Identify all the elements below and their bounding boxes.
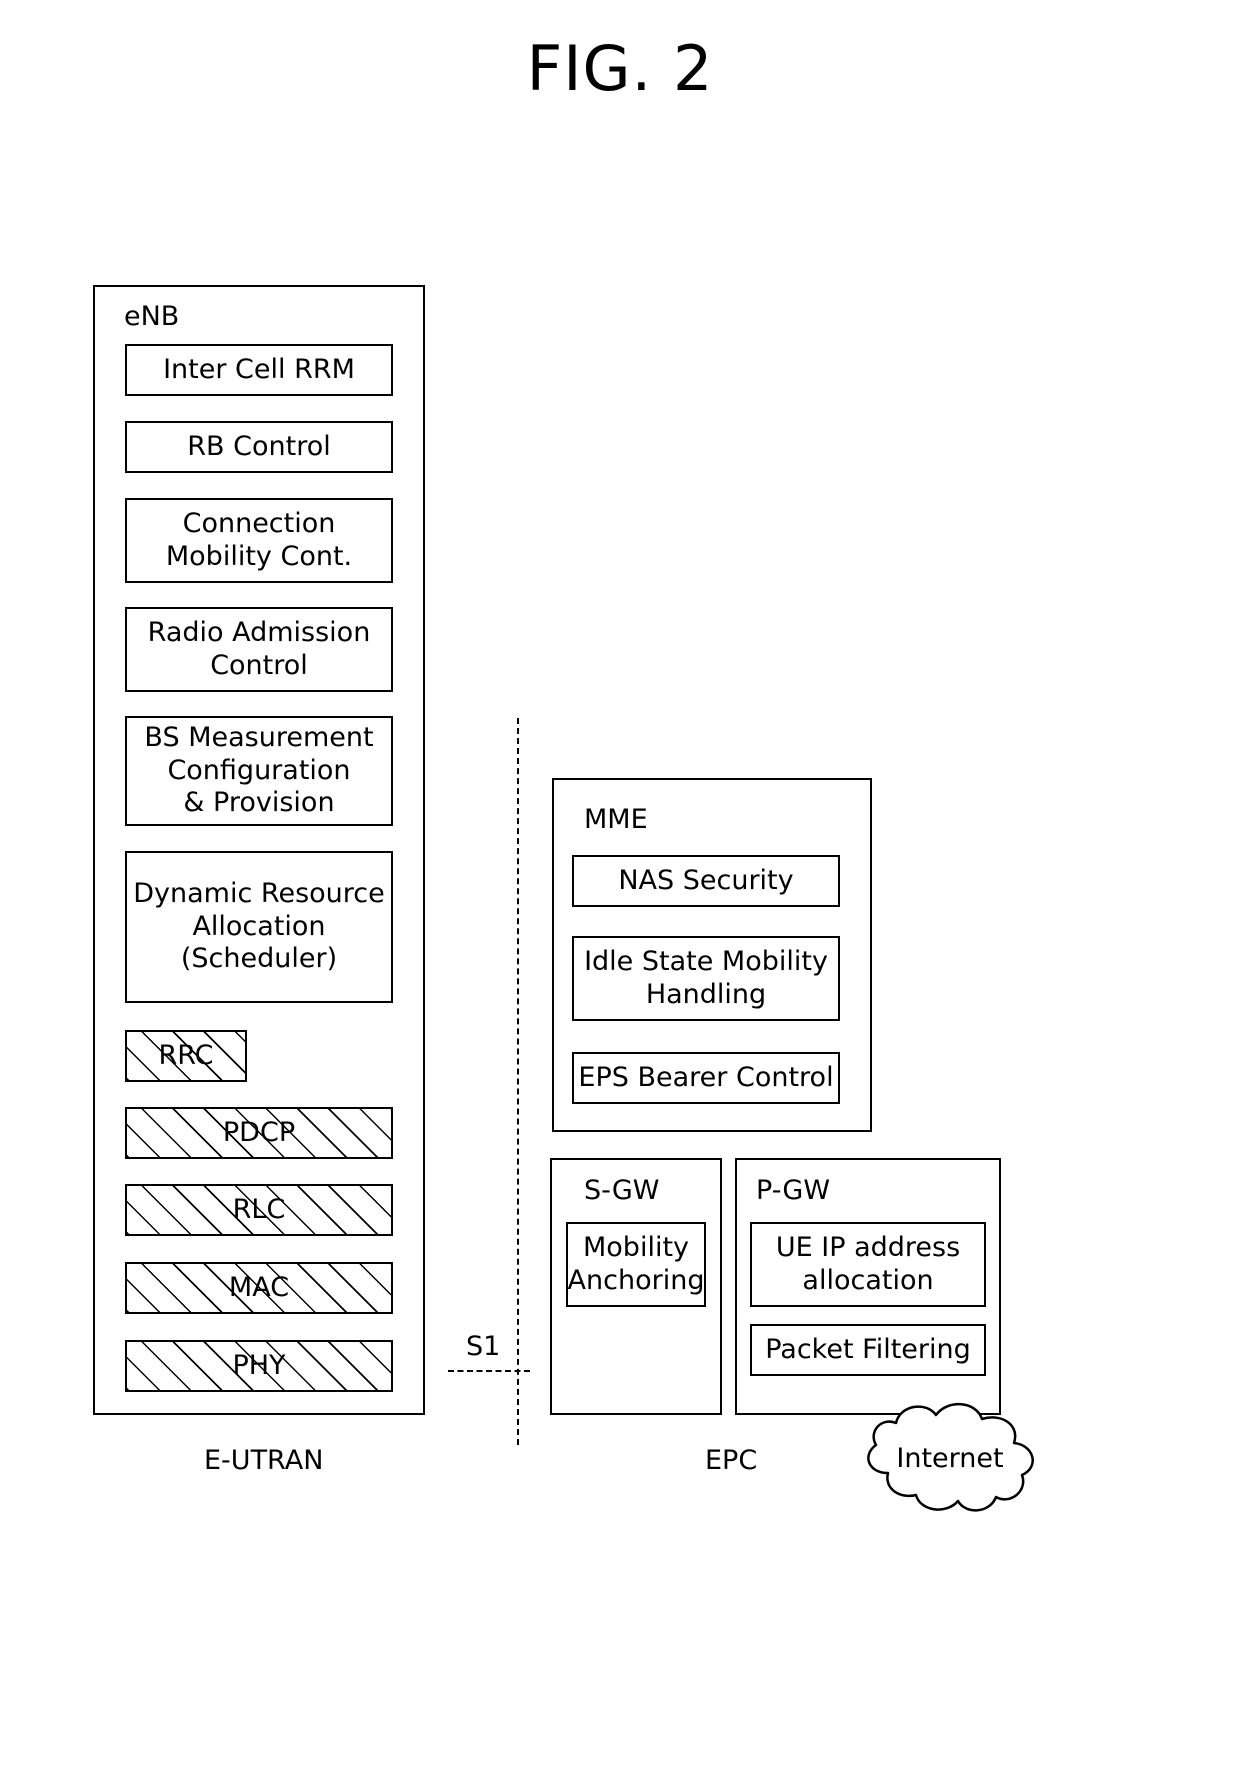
internet-cloud: Internet bbox=[852, 1395, 1048, 1520]
mme-label: MME bbox=[584, 804, 648, 835]
enb-layer-label: RRC bbox=[158, 1039, 214, 1071]
mme-function-label: EPS Bearer Control bbox=[578, 1061, 834, 1093]
enb-layer-rlc: RLC bbox=[125, 1184, 393, 1236]
enb-layer-label: MAC bbox=[228, 1271, 290, 1303]
enb-function-rb-control: RB Control bbox=[125, 421, 393, 473]
sgw-function-mobility-anchoring: Mobility Anchoring bbox=[566, 1222, 706, 1307]
enb-layer-label: PHY bbox=[232, 1349, 286, 1381]
enb-function-label: BS Measurement Configuration & Provision bbox=[144, 721, 374, 819]
eutran-domain-label: E-UTRAN bbox=[204, 1445, 324, 1476]
mme-function-label: NAS Security bbox=[618, 864, 794, 896]
pgw-label: P-GW bbox=[756, 1175, 831, 1206]
enb-function-label: RB Control bbox=[187, 430, 331, 462]
enb-layer-label: RLC bbox=[232, 1193, 286, 1225]
eutran-epc-divider bbox=[517, 718, 519, 1445]
enb-layer-mac: MAC bbox=[125, 1262, 393, 1314]
enb-function-label: Dynamic Resource Allocation (Scheduler) bbox=[133, 877, 385, 975]
enb-layer-phy: PHY bbox=[125, 1340, 393, 1392]
pgw-function-label: Packet Filtering bbox=[765, 1333, 971, 1365]
enb-function-label: Radio Admission Control bbox=[147, 616, 371, 681]
mme-function-label: Idle State Mobility Handling bbox=[584, 945, 828, 1010]
sgw-function-label: Mobility Anchoring bbox=[567, 1231, 705, 1296]
enb-function-label: Inter Cell RRM bbox=[163, 353, 355, 385]
mme-function-nas-security: NAS Security bbox=[572, 855, 840, 907]
enb-function-bs-measurement-configuration-provision: BS Measurement Configuration & Provision bbox=[125, 716, 393, 826]
pgw-function-label: UE IP address allocation bbox=[775, 1231, 961, 1296]
enb-function-dynamic-resource-allocation: Dynamic Resource Allocation (Scheduler) bbox=[125, 851, 393, 1003]
epc-domain-label: EPC bbox=[705, 1445, 758, 1476]
enb-function-label: Connection Mobility Cont. bbox=[165, 507, 353, 572]
s1-interface-line bbox=[448, 1370, 530, 1372]
enb-layer-label: PDCP bbox=[222, 1116, 296, 1148]
internet-label: Internet bbox=[896, 1443, 1004, 1474]
figure-root: FIG. 2 eNB Inter Cell RRM RB Control Con… bbox=[0, 0, 1240, 1784]
enb-label: eNB bbox=[124, 301, 180, 332]
mme-function-eps-bearer-control: EPS Bearer Control bbox=[572, 1052, 840, 1104]
pgw-function-packet-filtering: Packet Filtering bbox=[750, 1324, 986, 1376]
pgw-function-ue-ip-address-allocation: UE IP address allocation bbox=[750, 1222, 986, 1307]
enb-layer-pdcp: PDCP bbox=[125, 1107, 393, 1159]
sgw-label: S-GW bbox=[584, 1175, 660, 1206]
mme-function-idle-state-mobility-handling: Idle State Mobility Handling bbox=[572, 936, 840, 1021]
enb-function-inter-cell-rrm: Inter Cell RRM bbox=[125, 344, 393, 396]
s1-interface-label: S1 bbox=[466, 1331, 501, 1362]
enb-function-radio-admission-control: Radio Admission Control bbox=[125, 607, 393, 692]
figure-title: FIG. 2 bbox=[526, 32, 714, 105]
enb-function-connection-mobility-cont: Connection Mobility Cont. bbox=[125, 498, 393, 583]
enb-layer-rrc: RRC bbox=[125, 1030, 247, 1082]
